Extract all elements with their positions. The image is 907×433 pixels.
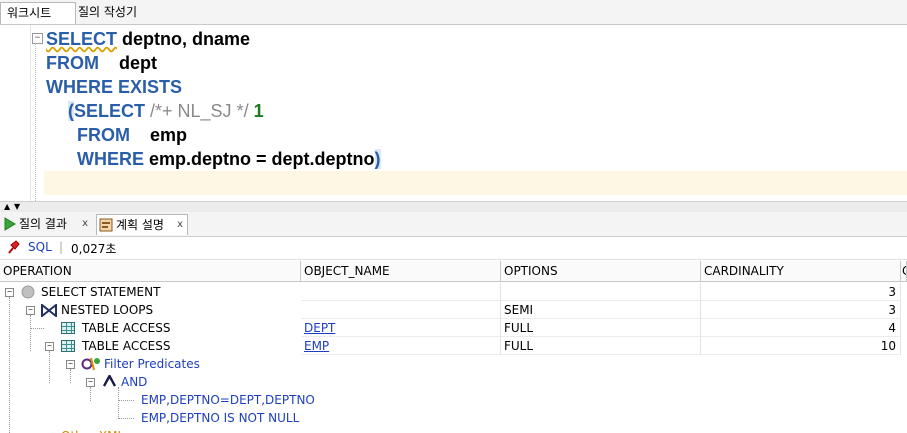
nested-loops-icon xyxy=(41,304,57,317)
object-link[interactable]: EMP xyxy=(304,339,329,353)
sql-button[interactable]: SQL xyxy=(28,240,52,254)
code-text: emp.deptno = dept.deptno xyxy=(144,149,375,169)
code-text: dept xyxy=(99,53,157,73)
run-icon xyxy=(4,217,16,231)
sql-editor[interactable]: − SELECT deptno, dname FROM dept WHERE E… xyxy=(0,25,907,201)
cardinality-cell: 3 xyxy=(701,301,901,319)
options-cell: FULL xyxy=(501,337,701,355)
and-node: AND xyxy=(121,375,148,389)
cardinality-cell: 10 xyxy=(701,337,901,355)
operation-cell: NESTED LOOPS xyxy=(61,303,154,317)
object-link[interactable]: DEPT xyxy=(304,321,335,335)
options-cell: FULL xyxy=(501,319,701,337)
options-cell xyxy=(501,283,701,301)
collapse-icon[interactable]: − xyxy=(45,342,54,351)
operation-cell: TABLE ACCESS xyxy=(82,321,171,335)
cardinality-cell: 4 xyxy=(701,319,901,337)
code-line-3: WHERE EXISTS xyxy=(46,75,182,99)
column-header-partial[interactable]: C xyxy=(901,261,907,282)
tab-explain-plan[interactable]: 계획 설명 x xyxy=(96,214,188,235)
pin-icon[interactable] xyxy=(6,240,20,255)
code-comment: /*+ NL_SJ */ xyxy=(145,101,249,121)
column-header-options[interactable]: OPTIONS xyxy=(501,261,701,282)
top-tab-bar: 워크시트 질의 작성기 xyxy=(0,0,907,25)
tree-guide xyxy=(9,297,10,433)
close-icon[interactable]: x xyxy=(177,215,183,235)
collapse-icon[interactable]: − xyxy=(5,288,14,297)
operation-cell: TABLE ACCESS xyxy=(82,339,171,353)
column-header-object-name[interactable]: OBJECT_NAME xyxy=(301,261,501,282)
column-header-operation[interactable]: OPERATION xyxy=(0,261,301,282)
table-icon xyxy=(61,340,75,352)
options-cell: SEMI xyxy=(501,301,701,319)
splitter-up-icon[interactable]: ▲ xyxy=(4,203,10,211)
code-keyword: FROM xyxy=(77,125,130,145)
tab-query-result[interactable]: 질의 결과 x xyxy=(2,214,92,234)
collapse-icon[interactable]: − xyxy=(66,360,75,369)
tree-guide xyxy=(30,315,31,351)
statement-icon xyxy=(21,285,35,299)
splitter-down-icon[interactable]: ▼ xyxy=(14,203,20,211)
table-icon xyxy=(61,322,75,334)
object-name-cell xyxy=(301,283,501,301)
tree-guide xyxy=(118,387,119,419)
code-line-4: (SELECT /*+ NL_SJ */ 1 xyxy=(68,99,264,123)
code-line-2: FROM dept xyxy=(46,51,157,75)
object-name-cell[interactable]: EMP xyxy=(301,337,501,355)
object-name-cell[interactable]: DEPT xyxy=(301,319,501,337)
predicate-node: EMP,DEPTNO IS NOT NULL xyxy=(141,411,300,425)
tree-guide xyxy=(118,418,134,419)
column-header-cardinality[interactable]: CARDINALITY xyxy=(701,261,901,282)
object-name-cell xyxy=(301,301,501,319)
code-line-1: SELECT deptno, dname xyxy=(46,27,250,51)
explain-plan-grid[interactable]: OPERATION OBJECT_NAME OPTIONS CARDINALIT… xyxy=(0,261,907,433)
result-tab-bar: 질의 결과 x 계획 설명 x xyxy=(0,212,907,237)
elapsed-time: 0,027초 xyxy=(71,242,117,256)
tab-worksheet[interactable]: 워크시트 xyxy=(0,2,76,24)
tab-label: 계획 설명 xyxy=(116,218,164,232)
close-icon[interactable]: x xyxy=(82,214,88,234)
code-keyword: WHERE xyxy=(77,149,144,169)
plan-toolbar: SQL | 0,027초 xyxy=(0,237,907,260)
code-number: 1 xyxy=(248,101,264,121)
explain-plan-icon xyxy=(99,218,113,232)
collapse-icon[interactable]: − xyxy=(86,378,95,387)
code-keyword: FROM xyxy=(46,53,99,73)
and-icon xyxy=(103,375,116,387)
code-keyword: WHERE EXISTS xyxy=(46,77,183,97)
tree-guide xyxy=(118,400,134,401)
partial-row: Other XML xyxy=(61,427,124,433)
fold-collapse-icon[interactable]: − xyxy=(32,33,43,44)
tree-guide xyxy=(70,369,71,383)
code-line-6: WHERE emp.deptno = dept.deptno) xyxy=(77,147,381,171)
tree-guide xyxy=(90,387,91,401)
code-text: emp xyxy=(130,125,188,145)
fold-guide-line xyxy=(35,43,36,201)
code-text: deptno, dname xyxy=(117,29,251,49)
operation-cell: SELECT STATEMENT xyxy=(41,285,161,299)
collapse-icon[interactable]: − xyxy=(26,306,35,315)
filter-icon xyxy=(81,357,100,371)
tab-label: 질의 결과 xyxy=(19,217,67,231)
tab-query-builder[interactable]: 질의 작성기 xyxy=(72,2,143,23)
predicate-node: EMP,DEPTNO=DEPT,DEPTNO xyxy=(141,393,315,407)
code-keyword: SELECT xyxy=(46,29,118,49)
tree-guide xyxy=(49,351,50,383)
filter-predicates-node: Filter Predicates xyxy=(104,357,200,371)
code-keyword: SELECT xyxy=(74,101,146,121)
tree-guide xyxy=(30,328,44,329)
cardinality-cell: 3 xyxy=(701,283,901,301)
code-line-5: FROM emp xyxy=(77,123,187,147)
toolbar-separator: | xyxy=(59,240,64,254)
editor-gutter xyxy=(0,25,31,201)
code-paren-close: ) xyxy=(374,149,381,169)
current-line-highlight xyxy=(44,171,907,195)
